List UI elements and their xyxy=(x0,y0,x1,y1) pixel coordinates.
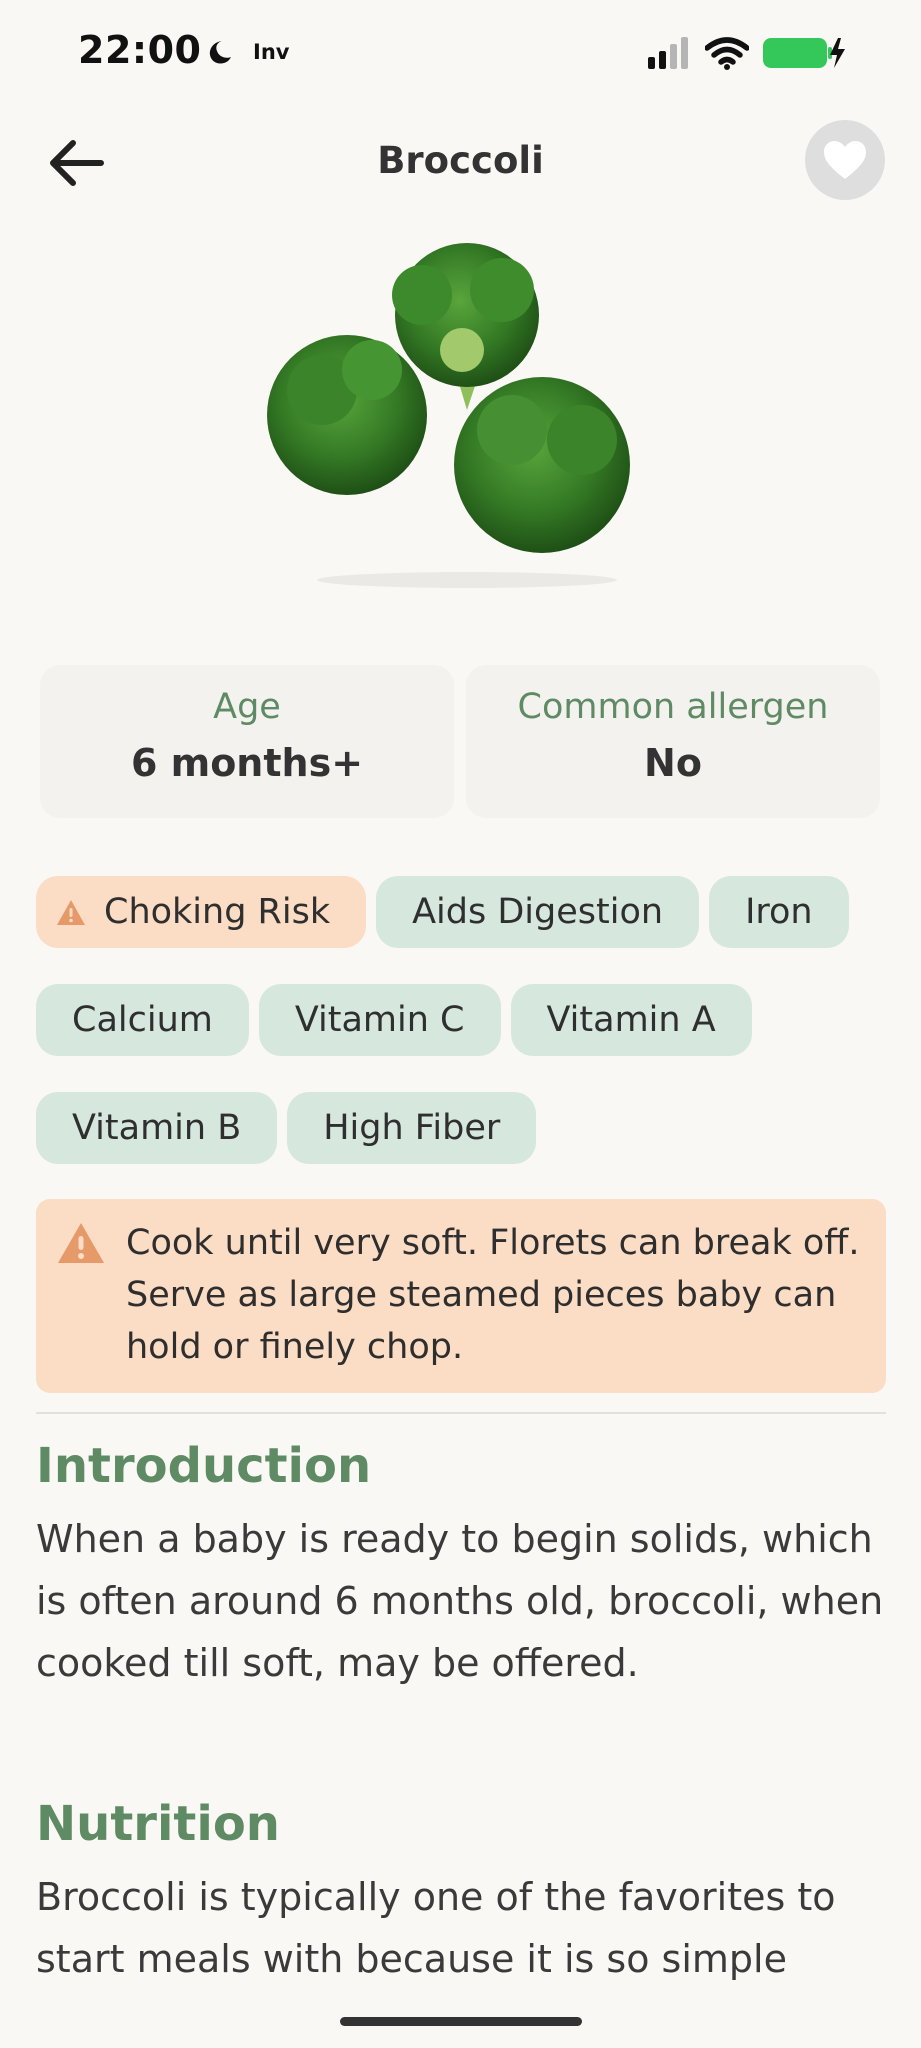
broccoli-image xyxy=(267,243,630,588)
page-title: Broccoli xyxy=(377,139,544,182)
heart-icon xyxy=(824,141,866,179)
nutrition-title: Nutrition xyxy=(36,1796,280,1852)
tag-label: Vitamin C xyxy=(294,1000,465,1040)
tag-vitamin-b[interactable]: Vitamin B xyxy=(36,1092,278,1164)
tag-label: Calcium xyxy=(72,1000,213,1040)
signal-icon xyxy=(648,37,688,69)
tag-label: Iron xyxy=(745,892,813,932)
warning-text: Cook until very soft. Florets can break … xyxy=(126,1223,860,1367)
tag-aids-digestion[interactable]: Aids Digestion xyxy=(376,876,700,948)
tag-calcium[interactable]: Calcium xyxy=(36,984,249,1056)
divider xyxy=(36,1412,886,1414)
age-value: 6 months+ xyxy=(130,741,364,785)
moon-icon xyxy=(209,41,231,64)
battery-charging-icon xyxy=(763,38,845,68)
allergen-card: Common allergen No xyxy=(466,665,880,818)
tag-label: Choking Risk xyxy=(104,892,331,932)
tag-high-fiber[interactable]: High Fiber xyxy=(287,1092,537,1164)
introduction-title: Introduction xyxy=(36,1438,372,1494)
age-card: Age 6 months+ xyxy=(40,665,454,818)
tag-label: Vitamin B xyxy=(72,1108,242,1148)
favorite-button[interactable] xyxy=(805,120,885,200)
warning-triangle-icon xyxy=(58,1223,104,1263)
introduction-body: When a baby is ready to begin solids, wh… xyxy=(36,1517,884,1685)
choking-warning-box: Cook until very soft. Florets can break … xyxy=(36,1199,886,1393)
tag-vitamin-c[interactable]: Vitamin C xyxy=(258,984,501,1056)
nutrition-body: Broccoli is typically one of the favorit… xyxy=(36,1875,836,1981)
allergen-value: No xyxy=(644,741,702,785)
age-label: Age xyxy=(213,687,281,727)
tag-vitamin-a[interactable]: Vitamin A xyxy=(510,984,752,1056)
tag-choking-risk[interactable]: Choking Risk xyxy=(36,876,367,948)
status-bar: 22:00 Inv xyxy=(0,0,921,106)
tag-iron[interactable]: Iron xyxy=(709,876,849,948)
status-app-label: Inv xyxy=(253,40,290,64)
tag-label: High Fiber xyxy=(323,1108,501,1148)
tag-label: Aids Digestion xyxy=(412,892,664,932)
wifi-icon xyxy=(705,37,749,70)
status-time: 22:00 xyxy=(78,28,202,72)
warning-triangle-icon xyxy=(57,899,85,925)
allergen-label: Common allergen xyxy=(517,687,829,727)
home-indicator[interactable] xyxy=(340,2017,582,2026)
tag-label: Vitamin A xyxy=(546,1000,716,1040)
tag-list: Choking Risk Aids Digestion Iron Calcium… xyxy=(36,876,886,1200)
